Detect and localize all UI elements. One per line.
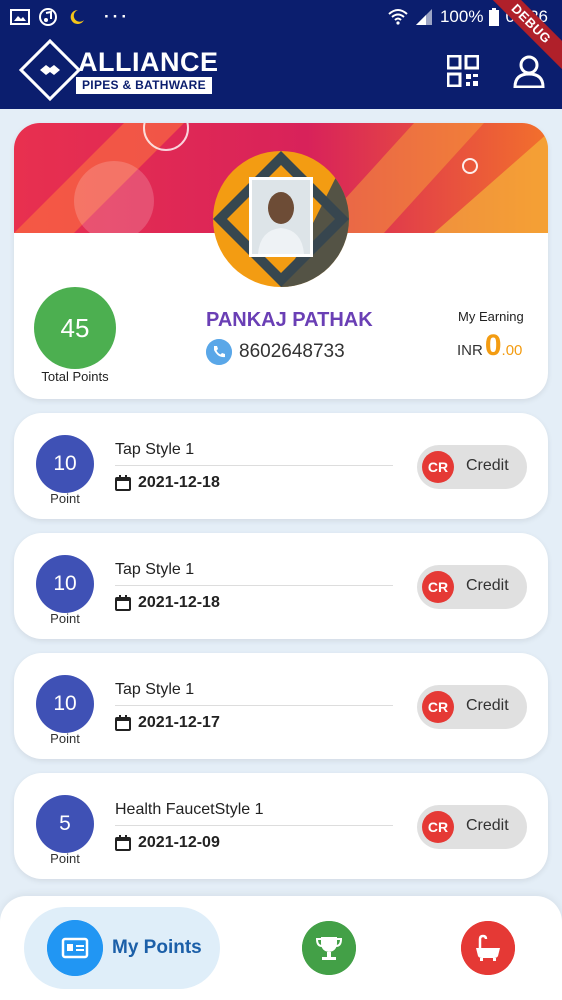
earning-amount: INR 0 .00 [457, 329, 522, 363]
avatar [213, 151, 349, 287]
total-points-badge: 45 [34, 287, 116, 369]
nav-my-points[interactable]: My Points [24, 907, 220, 989]
bottom-navigation: My Points [0, 896, 562, 1000]
earning-currency: INR [457, 342, 483, 359]
txn-date: 2021-12-09 [138, 834, 220, 851]
credit-chip[interactable]: CR Credit [417, 805, 527, 849]
trophy-icon[interactable] [302, 921, 356, 975]
moon-icon [70, 9, 84, 24]
txn-points-badge: 10 [36, 435, 94, 493]
txn-title: Tap Style 1 [115, 561, 195, 578]
transaction-card[interactable]: 5 Point Health FaucetStyle 1 2021-12-09 … [14, 773, 548, 879]
txn-points-label: Point [50, 491, 80, 506]
bathtub-icon[interactable] [461, 921, 515, 975]
calendar-icon [115, 715, 131, 731]
txn-points-label: Point [50, 611, 80, 626]
credit-chip[interactable]: CR Credit [417, 445, 527, 489]
nav-my-points-label: My Points [112, 937, 202, 958]
credit-label: Credit [466, 817, 509, 834]
signal-icon [415, 9, 432, 25]
transaction-card[interactable]: 10 Point Tap Style 1 2021-12-17 CR Credi… [14, 653, 548, 759]
txn-points-label: Point [50, 731, 80, 746]
txn-date: 2021-12-18 [138, 474, 220, 491]
more-dots-icon: ··· [104, 7, 130, 26]
credit-label: Credit [466, 577, 509, 594]
user-name: PANKAJ PATHAK [206, 309, 373, 331]
handshake-icon [40, 65, 60, 75]
txn-points-badge: 5 [36, 795, 94, 853]
wifi-icon [388, 9, 408, 25]
user-photo [249, 177, 313, 257]
debug-ribbon-container: DEBUG [432, 0, 562, 130]
credit-chip[interactable]: CR Credit [417, 685, 527, 729]
phone-number: 8602648733 [239, 341, 345, 362]
txn-points-badge: 10 [36, 675, 94, 733]
divider [115, 585, 393, 586]
txn-title: Health FaucetStyle 1 [115, 801, 264, 818]
cr-badge: CR [422, 451, 454, 483]
points-card-icon [47, 920, 103, 976]
divider [115, 465, 393, 466]
credit-label: Credit [466, 457, 509, 474]
divider [115, 825, 393, 826]
transaction-card[interactable]: 10 Point Tap Style 1 2021-12-18 CR Credi… [14, 533, 548, 639]
debug-ribbon: DEBUG [477, 0, 562, 78]
total-points-label: Total Points [41, 369, 109, 384]
earning-label: My Earning [458, 309, 524, 324]
phone-icon [206, 339, 232, 365]
txn-points-label: Point [50, 851, 80, 866]
calendar-icon [115, 595, 131, 611]
brand-subtitle: PIPES & BATHWARE [76, 77, 212, 94]
music-icon [39, 8, 57, 26]
brand-name: ALLIANCE [78, 47, 219, 77]
cr-badge: CR [422, 811, 454, 843]
credit-chip[interactable]: CR Credit [417, 565, 527, 609]
transaction-card[interactable]: 10 Point Tap Style 1 2021-12-18 CR Credi… [14, 413, 548, 519]
txn-date: 2021-12-17 [138, 714, 220, 731]
calendar-icon [115, 835, 131, 851]
cr-badge: CR [422, 691, 454, 723]
divider [115, 705, 393, 706]
credit-label: Credit [466, 697, 509, 714]
calendar-icon [115, 475, 131, 491]
txn-title: Tap Style 1 [115, 681, 195, 698]
image-icon [10, 9, 30, 25]
cr-badge: CR [422, 571, 454, 603]
txn-points-badge: 10 [36, 555, 94, 613]
txn-date: 2021-12-18 [138, 594, 220, 611]
earning-decimal: .00 [501, 342, 523, 359]
earning-integer: 0 [484, 329, 502, 362]
txn-title: Tap Style 1 [115, 441, 195, 458]
person-photo-icon [252, 180, 310, 254]
profile-card: 45 Total Points PANKAJ PATHAK 8602648733… [14, 123, 548, 399]
